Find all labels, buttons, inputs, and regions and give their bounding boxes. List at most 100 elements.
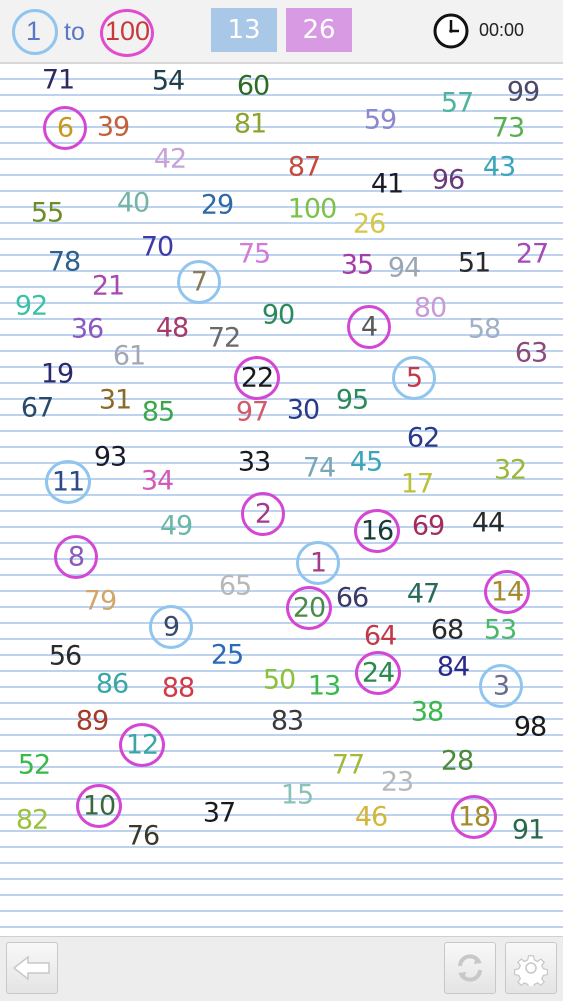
number-tile[interactable]: 45 (350, 449, 383, 476)
number-tile[interactable]: 55 (31, 200, 64, 227)
number-tile[interactable]: 30 (287, 397, 320, 424)
number-tile[interactable]: 87 (288, 154, 321, 181)
number-tile[interactable]: 24 (362, 660, 395, 687)
number-tile[interactable]: 23 (381, 769, 414, 796)
number-tile[interactable]: 29 (201, 192, 234, 219)
number-tile[interactable]: 15 (281, 782, 314, 809)
number-tile[interactable]: 28 (441, 748, 474, 775)
number-tile[interactable]: 57 (441, 90, 474, 117)
number-tile[interactable]: 56 (49, 643, 82, 670)
number-tile[interactable]: 96 (432, 167, 465, 194)
number-tile[interactable]: 4 (361, 314, 378, 341)
number-tile[interactable]: 1 (310, 550, 327, 577)
number-tile[interactable]: 66 (336, 585, 369, 612)
number-tile[interactable]: 47 (407, 581, 440, 608)
number-tile[interactable]: 10 (83, 793, 116, 820)
number-tile[interactable]: 78 (48, 249, 81, 276)
number-tile[interactable]: 53 (484, 617, 517, 644)
number-tile[interactable]: 14 (491, 579, 524, 606)
number-tile[interactable]: 79 (84, 588, 117, 615)
number-tile[interactable]: 97 (236, 399, 269, 426)
number-tile[interactable]: 99 (507, 79, 540, 106)
number-tile[interactable]: 32 (494, 457, 527, 484)
number-tile[interactable]: 17 (401, 471, 434, 498)
number-tile[interactable]: 76 (127, 823, 160, 850)
number-tile[interactable]: 44 (472, 510, 505, 537)
number-tile[interactable]: 71 (42, 67, 75, 94)
number-tile[interactable]: 42 (154, 146, 187, 173)
number-tile[interactable]: 58 (468, 316, 501, 343)
number-tile[interactable]: 82 (16, 807, 49, 834)
number-tile[interactable]: 84 (437, 654, 470, 681)
number-tile[interactable]: 49 (160, 513, 193, 540)
number-tile[interactable]: 77 (332, 752, 365, 779)
refresh-button[interactable] (444, 942, 496, 994)
number-tile[interactable]: 91 (512, 817, 545, 844)
number-tile[interactable]: 86 (96, 671, 129, 698)
number-tile[interactable]: 6 (57, 115, 74, 142)
number-tile[interactable]: 60 (237, 73, 270, 100)
number-tile[interactable]: 39 (97, 114, 130, 141)
number-tile[interactable]: 64 (364, 623, 397, 650)
number-tile[interactable]: 19 (41, 361, 74, 388)
number-tile[interactable]: 9 (163, 614, 180, 641)
number-tile[interactable]: 68 (431, 617, 464, 644)
number-tile[interactable]: 43 (483, 154, 516, 181)
number-tile[interactable]: 67 (21, 395, 54, 422)
number-tile[interactable]: 22 (241, 365, 274, 392)
number-tile[interactable]: 7 (191, 269, 208, 296)
number-tile[interactable]: 27 (516, 241, 549, 268)
number-tile[interactable]: 52 (18, 752, 51, 779)
number-tile[interactable]: 35 (341, 252, 374, 279)
number-tile[interactable]: 51 (458, 250, 491, 277)
number-tile[interactable]: 75 (238, 241, 271, 268)
number-tile[interactable]: 95 (336, 387, 369, 414)
number-tile[interactable]: 11 (52, 469, 85, 496)
number-tile[interactable]: 92 (15, 293, 48, 320)
number-tile[interactable]: 48 (156, 315, 189, 342)
number-tile[interactable]: 41 (371, 171, 404, 198)
number-tile[interactable]: 74 (303, 455, 336, 482)
number-tile[interactable]: 89 (76, 708, 109, 735)
number-tile[interactable]: 70 (141, 234, 174, 261)
number-tile[interactable]: 72 (208, 325, 241, 352)
number-tile[interactable]: 12 (126, 732, 159, 759)
number-tile[interactable]: 18 (458, 804, 491, 831)
number-tile[interactable]: 65 (219, 573, 252, 600)
number-tile[interactable]: 38 (411, 699, 444, 726)
number-tile[interactable]: 40 (117, 190, 150, 217)
number-tile[interactable]: 80 (414, 295, 447, 322)
number-tile[interactable]: 69 (412, 513, 445, 540)
number-tile[interactable]: 50 (263, 667, 296, 694)
number-tile[interactable]: 94 (388, 255, 421, 282)
number-tile[interactable]: 83 (271, 708, 304, 735)
number-tile[interactable]: 2 (255, 501, 272, 528)
number-tile[interactable]: 31 (99, 387, 132, 414)
back-button[interactable] (6, 942, 58, 994)
number-tile[interactable]: 46 (355, 804, 388, 831)
settings-button[interactable] (505, 942, 557, 994)
number-tile[interactable]: 63 (515, 340, 548, 367)
number-tile[interactable]: 13 (308, 673, 341, 700)
number-tile[interactable]: 34 (141, 468, 174, 495)
number-tile[interactable]: 93 (94, 444, 127, 471)
number-tile[interactable]: 90 (262, 302, 295, 329)
number-tile[interactable]: 3 (493, 673, 510, 700)
number-tile[interactable]: 54 (152, 68, 185, 95)
number-tile[interactable]: 26 (353, 211, 386, 238)
number-tile[interactable]: 20 (293, 595, 326, 622)
number-tile[interactable]: 62 (407, 425, 440, 452)
number-tile[interactable]: 88 (162, 675, 195, 702)
number-tile[interactable]: 36 (71, 316, 104, 343)
number-tile[interactable]: 21 (92, 273, 125, 300)
number-tile[interactable]: 61 (113, 343, 146, 370)
number-tile[interactable]: 5 (406, 365, 423, 392)
number-tile[interactable]: 85 (142, 399, 175, 426)
number-tile[interactable]: 25 (211, 642, 244, 669)
number-tile[interactable]: 37 (203, 800, 236, 827)
number-tile[interactable]: 8 (68, 544, 85, 571)
game-board[interactable]: 71 54 60 57 99 6 39 81 59 73 42 87 43 41 96 55 40 29 100 26… (0, 64, 563, 936)
number-tile[interactable]: 33 (238, 449, 271, 476)
number-tile[interactable]: 59 (364, 107, 397, 134)
number-tile[interactable]: 81 (234, 111, 267, 138)
